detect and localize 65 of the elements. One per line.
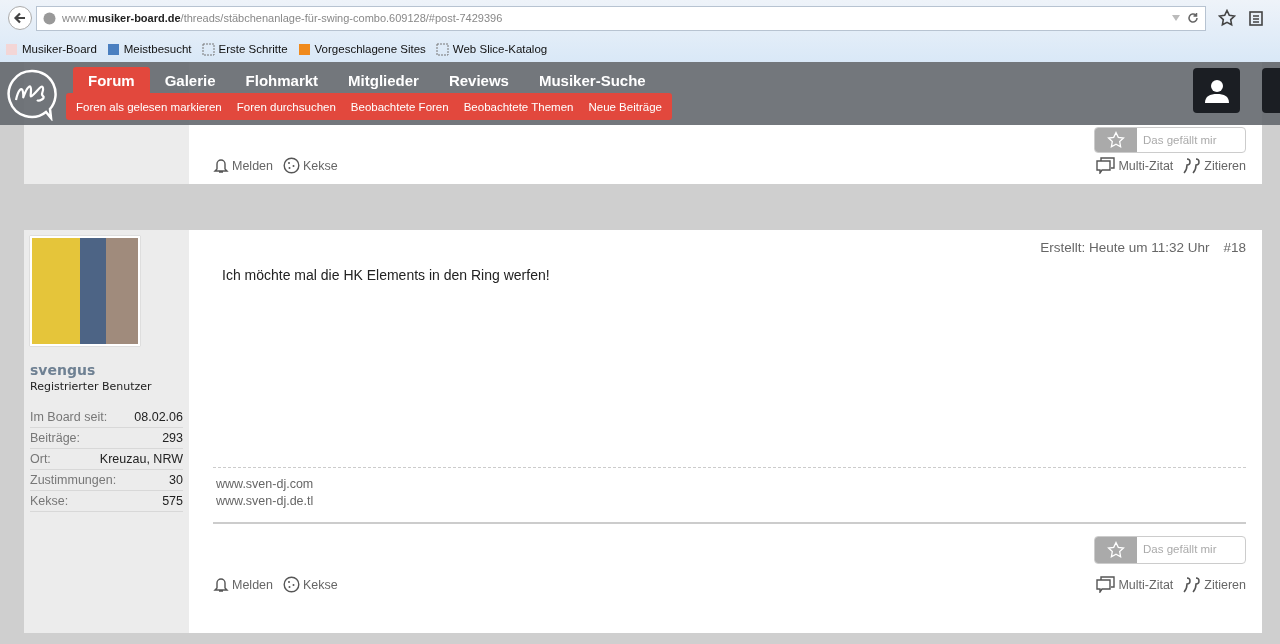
globe-icon bbox=[43, 11, 56, 25]
post-action-link[interactable]: Multi-Zitat bbox=[1096, 576, 1174, 593]
nav-tab[interactable]: Forum bbox=[73, 67, 150, 93]
nav-tab[interactable]: Galerie bbox=[149, 67, 231, 93]
stat-value: Kreuzau, NRW bbox=[99, 451, 183, 468]
user-icon bbox=[1203, 77, 1230, 104]
subnav-link[interactable]: Foren durchsuchen bbox=[236, 100, 336, 113]
stat-label: Kekse: bbox=[30, 493, 69, 510]
stat-label: Ort: bbox=[30, 451, 51, 468]
bookmark-icon bbox=[5, 42, 18, 56]
bookmark-icon bbox=[435, 42, 449, 56]
subnav-link[interactable]: Foren als gelesen markieren bbox=[76, 100, 222, 113]
bell-icon bbox=[213, 157, 229, 174]
cookie-icon bbox=[283, 576, 300, 593]
reload-icon[interactable] bbox=[1187, 12, 1199, 24]
stat-label: Beiträge: bbox=[30, 430, 81, 447]
logo-icon[interactable] bbox=[5, 67, 59, 121]
stat-value: 30 bbox=[169, 472, 183, 489]
subnav-link[interactable]: Beobachtete Foren bbox=[350, 100, 449, 113]
stat-value: 575 bbox=[162, 493, 183, 510]
signature-text: www.sven-dj.de.tl bbox=[216, 493, 315, 510]
nav-tab[interactable]: Musiker-Suche bbox=[523, 67, 661, 93]
subnav-link[interactable]: Neue Beiträge bbox=[588, 100, 662, 113]
signature-text: www.sven-dj.com bbox=[216, 476, 315, 493]
bookmark-icon bbox=[106, 42, 120, 56]
star-icon[interactable] bbox=[1218, 9, 1236, 27]
subnav-link[interactable]: Beobachtete Themen bbox=[463, 100, 574, 113]
stat-value: 08.02.06 bbox=[134, 409, 183, 426]
user-role: Registrierter Benutzer bbox=[30, 380, 153, 393]
stat-value: 293 bbox=[162, 430, 183, 447]
stat-label: Im Board seit: bbox=[30, 409, 108, 426]
quote-icon bbox=[1183, 157, 1202, 174]
bookmark-icon bbox=[297, 42, 311, 56]
bookmark-link[interactable]: Erste Schritte bbox=[201, 42, 288, 56]
bookmark-link[interactable]: Web Slice-Katalog bbox=[435, 42, 548, 56]
nav-tab[interactable]: Mitglieder bbox=[333, 67, 434, 93]
post-message: Ich möchte mal die HK Elements in den Ring werfen! bbox=[221, 267, 551, 285]
post-action-link[interactable]: Kekse bbox=[283, 157, 338, 174]
author-name[interactable]: svengus bbox=[30, 362, 183, 378]
bookmark-link[interactable]: Meistbesucht bbox=[106, 42, 192, 56]
speech-bubbles-icon bbox=[1096, 157, 1116, 174]
stat-label: Zustimmungen: bbox=[30, 472, 117, 489]
post-action-link[interactable]: Zitieren bbox=[1183, 576, 1246, 593]
bookmark-icon bbox=[201, 42, 215, 56]
nav-tab[interactable]: Flohmarkt bbox=[230, 67, 334, 93]
post-action-link[interactable]: Multi-Zitat bbox=[1096, 157, 1174, 174]
bookmark-link[interactable]: Musiker-Board bbox=[5, 42, 97, 56]
back-button[interactable] bbox=[8, 6, 32, 30]
post-action-link[interactable]: Kekse bbox=[283, 576, 338, 593]
clipboard-icon[interactable] bbox=[1248, 9, 1264, 27]
bookmark-link[interactable]: Vorgeschlagene Sites bbox=[297, 42, 426, 56]
post-number[interactable]: #18 bbox=[1223, 240, 1246, 255]
quote-icon bbox=[1183, 576, 1202, 593]
post-action-link[interactable]: Melden bbox=[213, 576, 273, 593]
post-date: Erstellt: Heute um 11:32 Uhr bbox=[1040, 240, 1210, 255]
cookie-icon bbox=[283, 157, 300, 174]
user-menu-button[interactable] bbox=[1193, 68, 1240, 113]
url-text: www.musiker-board.de/threads/stäbchenanlage-für-swing-combo.609128/#post-7429396 bbox=[62, 12, 504, 24]
bell-icon bbox=[213, 576, 229, 593]
address-bar[interactable]: www.musiker-board.de/threads/stäbchenanlage-für-swing-combo.609128/#post-7429396 bbox=[36, 5, 1206, 31]
post-action-link[interactable]: Melden bbox=[213, 157, 273, 174]
nav-tab[interactable]: Reviews bbox=[433, 67, 524, 93]
speech-bubbles-icon bbox=[1096, 576, 1116, 593]
post-action-link[interactable]: Zitieren bbox=[1183, 157, 1246, 174]
back-arrow-icon bbox=[13, 11, 27, 25]
